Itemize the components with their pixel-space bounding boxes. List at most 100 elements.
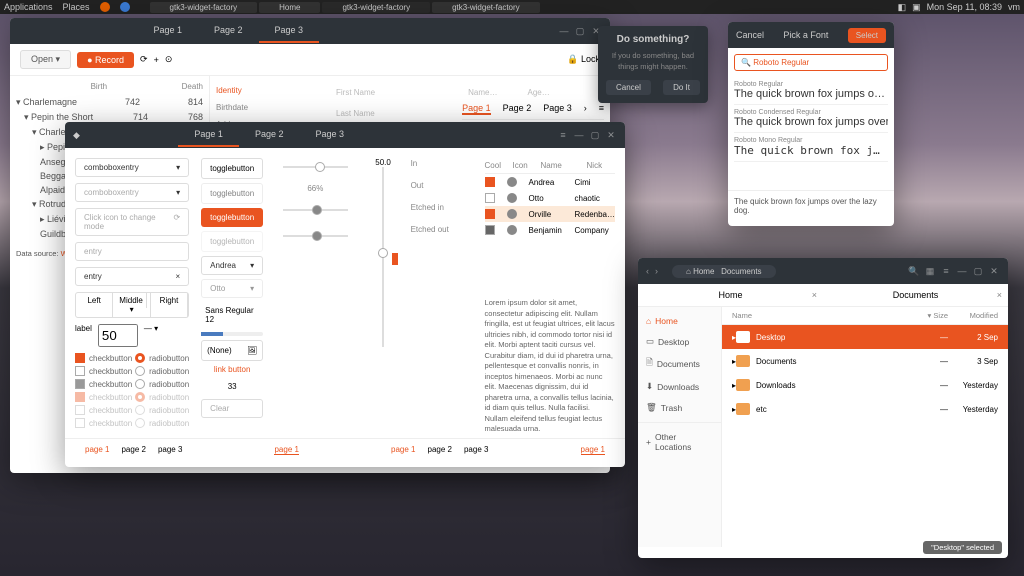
font-button[interactable]: Sans Regular 12 (201, 302, 263, 328)
togglebutton[interactable]: togglebutton (201, 183, 263, 204)
maximize-icon[interactable]: ▢ (972, 265, 984, 277)
page-tab[interactable]: page 3 (464, 445, 488, 467)
tab-documents[interactable]: Documents× (823, 284, 1008, 306)
forward-button[interactable]: › (655, 266, 658, 276)
page-tab[interactable]: Page 3 (543, 103, 572, 115)
maximize-icon[interactable]: ▢ (589, 129, 601, 141)
first-name-input[interactable]: First Name (336, 82, 375, 103)
cancel-button[interactable]: Cancel (736, 30, 764, 40)
doit-button[interactable]: Do It (663, 80, 700, 95)
minimize-icon[interactable]: — (956, 265, 968, 277)
link-button[interactable]: link button (201, 365, 263, 374)
combobox-entry[interactable]: comboboxentry▾ (75, 183, 189, 202)
sidebar-item-other[interactable]: + Other Locations (638, 427, 721, 457)
font-item[interactable]: Roboto Mono RegularThe quick brown fox j… (734, 133, 888, 162)
level-mark[interactable] (392, 253, 398, 265)
file-row[interactable]: ▸Desktop—2 Sep (722, 325, 1008, 349)
entry-input[interactable]: entry (75, 242, 189, 261)
radiobutton[interactable]: radiobutton (149, 380, 189, 389)
open-button[interactable]: Open ▾ (20, 50, 71, 69)
breadcrumb[interactable]: ⌂ Home Documents (672, 265, 776, 278)
font-item[interactable]: Roboto RegularThe quick brown fox jumps … (734, 77, 888, 105)
close-icon[interactable]: × (997, 290, 1002, 300)
page-tab[interactable]: page 2 (121, 445, 145, 467)
checkbutton[interactable]: checkbutton (89, 367, 132, 376)
cancel-button[interactable]: Cancel (606, 80, 651, 95)
firefox-icon[interactable] (100, 2, 110, 12)
spin-input[interactable] (98, 324, 138, 347)
file-row[interactable]: ▸etc—Yesterday (722, 397, 1008, 421)
user-menu[interactable]: vm (1008, 2, 1020, 12)
checkbutton[interactable]: checkbutton (89, 380, 132, 389)
tray-icon[interactable]: ◧ (898, 2, 907, 13)
checkbutton[interactable]: checkbutton (89, 354, 132, 363)
taskbar-tab[interactable]: Home (259, 2, 320, 13)
maximize-icon[interactable]: ▢ (574, 25, 586, 37)
radiobutton[interactable]: radiobutton (149, 367, 189, 376)
tab-page1[interactable]: Page 1 (137, 19, 198, 43)
page-tab[interactable]: page 1 (274, 445, 298, 455)
age-input[interactable]: Age… (527, 88, 549, 97)
select-button[interactable]: Select (848, 28, 886, 43)
sidebar-item-trash[interactable]: 🗑 Trash (638, 397, 721, 418)
taskbar-tab[interactable]: gtk3-widget-factory (432, 2, 540, 13)
menu-icon[interactable]: ≡ (940, 265, 952, 277)
file-row[interactable]: ▸Downloads—Yesterday (722, 373, 1008, 397)
close-icon[interactable]: ✕ (988, 265, 1000, 277)
page-tab[interactable]: page 2 (428, 445, 452, 467)
tab-page1[interactable]: Page 1 (178, 123, 239, 147)
clear-entry[interactable]: Clear (201, 399, 263, 418)
slider-vertical[interactable] (382, 167, 384, 347)
toolbar-icon[interactable]: ⊙ (165, 54, 173, 65)
name-combo[interactable]: Andrea▾ (201, 256, 263, 275)
entry-input[interactable]: entry× (75, 267, 189, 286)
toolbar-icon[interactable]: ⟳ (140, 54, 148, 65)
slider-horizontal[interactable] (283, 235, 347, 237)
tray-icon[interactable]: ▣ (912, 2, 921, 13)
togglebutton-suggested[interactable]: togglebutton (201, 208, 263, 227)
table-row[interactable]: Ottochaotic (485, 190, 615, 206)
table-row[interactable]: AndreaCimi (485, 174, 615, 190)
places-menu[interactable]: Places (63, 2, 90, 12)
close-icon[interactable]: ✕ (605, 129, 617, 141)
font-search-input[interactable]: 🔍 Roboto Regular (734, 54, 888, 71)
tab-page2[interactable]: Page 2 (198, 19, 259, 43)
page-tab[interactable]: Page 1 (462, 103, 491, 115)
menu-icon[interactable]: ≡ (557, 129, 569, 141)
sidebar-item-documents[interactable]: 🗎 Documents (638, 352, 721, 376)
record-button[interactable]: ● Record (77, 52, 134, 68)
chevron-right-icon[interactable]: › (584, 103, 587, 115)
tab-page3[interactable]: Page 3 (259, 19, 320, 43)
combobox-entry[interactable]: comboboxentry▾ (75, 158, 189, 177)
name-combo[interactable]: Otto▾ (201, 279, 263, 298)
slider-horizontal[interactable] (283, 209, 347, 211)
view-icon[interactable]: ▦ (924, 265, 936, 277)
back-button[interactable]: ‹ (646, 266, 649, 276)
page-tab[interactable]: page 1 (581, 445, 605, 455)
page-tab[interactable]: Page 2 (503, 103, 532, 115)
applications-menu[interactable]: Applications (4, 2, 53, 12)
image-button[interactable]: (None)🖼 (201, 340, 263, 361)
page-tab[interactable]: page 1 (85, 445, 109, 467)
tab-home[interactable]: Home× (638, 284, 823, 306)
toolbar-icon[interactable]: + (154, 55, 159, 65)
tab-page2[interactable]: Page 2 (239, 123, 300, 147)
segmented-control[interactable]: LeftMiddle ▾Right (75, 292, 189, 318)
table-row[interactable]: BenjaminCompany (485, 222, 615, 238)
togglebutton[interactable]: togglebutton (201, 158, 263, 179)
table-row[interactable]: OrvilleRedenba… (485, 206, 615, 222)
search-icon[interactable]: 🔍 (908, 265, 920, 277)
sidebar-item-downloads[interactable]: ⬇ Downloads (638, 376, 721, 397)
last-name-input[interactable]: Last Name (336, 103, 375, 124)
page-tab[interactable]: page 3 (158, 445, 182, 467)
minimize-icon[interactable]: — (573, 129, 585, 141)
spin-display[interactable]: 33 (201, 378, 263, 395)
tab-page3[interactable]: Page 3 (299, 123, 360, 147)
taskbar-tab[interactable]: gtk3-widget-factory (150, 2, 258, 13)
font-item[interactable]: Roboto Condensed RegularThe quick brown … (734, 105, 888, 133)
mode-entry[interactable]: Click icon to change mode⟳ (75, 208, 189, 236)
globe-icon[interactable] (120, 2, 130, 12)
menu-icon[interactable]: ≡ (599, 103, 604, 115)
size-value[interactable]: 12 (857, 225, 868, 226)
close-icon[interactable]: × (812, 290, 817, 300)
